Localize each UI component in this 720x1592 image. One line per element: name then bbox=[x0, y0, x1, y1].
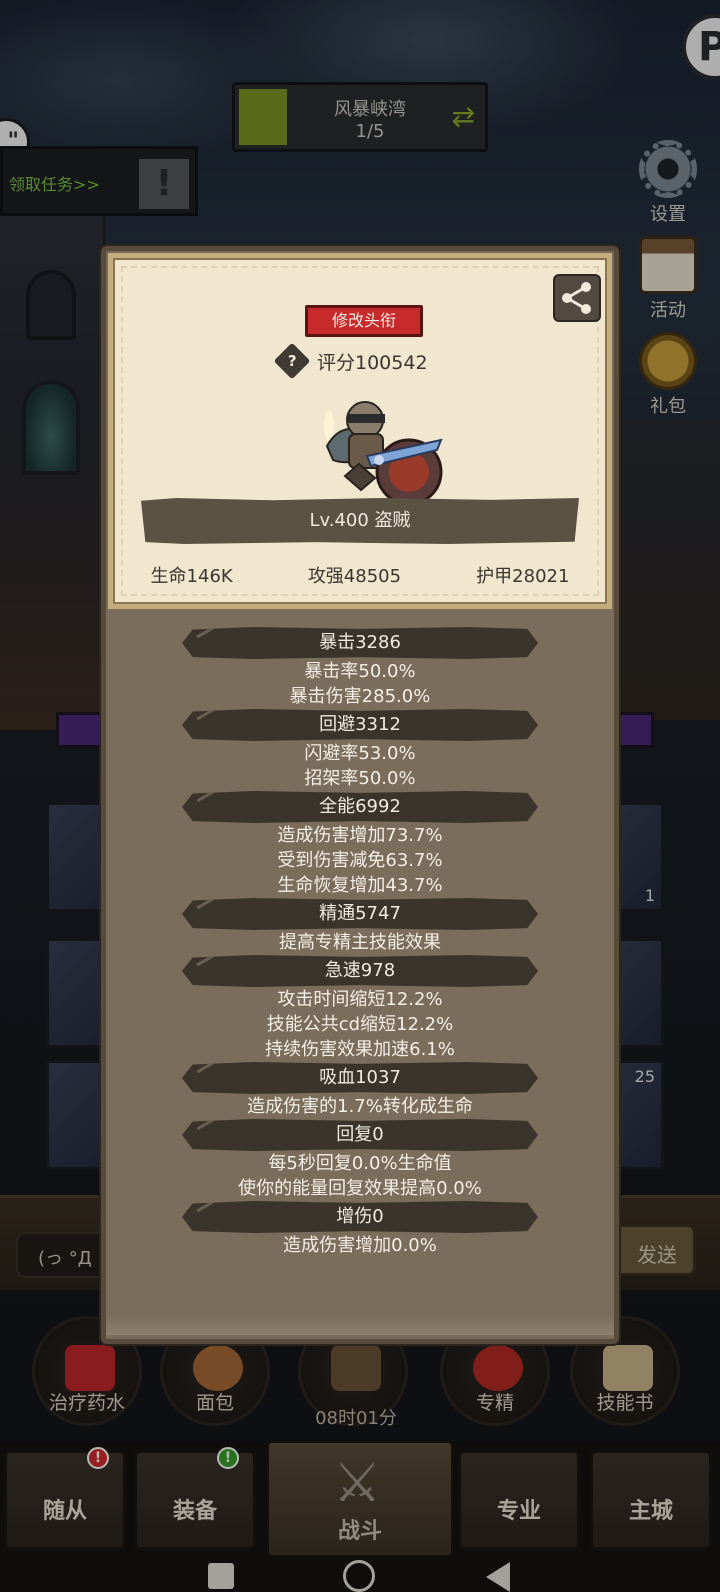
stat-detail: 造成伤害增加0.0% bbox=[283, 1235, 437, 1256]
stat-detail: 造成伤害增加73.7% bbox=[277, 825, 443, 846]
stat-armor: 护甲28021 bbox=[476, 566, 570, 587]
stat-detail: 闪避率53.0% bbox=[304, 743, 416, 764]
stat-header-mastery: 精通5747 bbox=[182, 898, 538, 930]
stat-detail: 攻击时间缩短12.2% bbox=[277, 989, 443, 1010]
stat-header-avoidance: 回避3312 bbox=[182, 709, 538, 741]
share-button[interactable] bbox=[553, 274, 601, 322]
level-class-banner: Lv.400 盗贼 bbox=[141, 498, 579, 544]
character-card: 修改头衔 ? 评分100542 Lv.400 盗贼 生命146K 攻强48505… bbox=[108, 253, 612, 609]
stat-detail: 造成伤害的1.7%转化成生命 bbox=[247, 1096, 473, 1117]
stat-detail: 技能公共cd缩短12.2% bbox=[266, 1014, 454, 1035]
help-icon[interactable]: ? bbox=[273, 342, 311, 380]
stat-header-leech: 吸血1037 bbox=[182, 1062, 538, 1094]
stat-detail: 使你的能量回复效果提高0.0% bbox=[238, 1178, 482, 1199]
rating-score: 评分100542 bbox=[317, 351, 428, 374]
hero-avatar bbox=[324, 401, 443, 506]
stat-detail: 招架率50.0% bbox=[304, 768, 416, 789]
stats-list: 暴击3286 暴击率50.0% 暴击伤害285.0% 回避3312 闪避率53.… bbox=[106, 627, 614, 1258]
stat-detail: 提高专精主技能效果 bbox=[279, 932, 441, 953]
stat-header-crit: 暴击3286 bbox=[182, 627, 538, 659]
stat-header-regen: 回复0 bbox=[182, 1119, 538, 1151]
character-stats-modal: 修改头衔 ? 评分100542 Lv.400 盗贼 生命146K 攻强48505… bbox=[101, 246, 619, 1344]
stat-detail: 暴击伤害285.0% bbox=[289, 686, 431, 707]
stat-detail: 生命恢复增加43.7% bbox=[277, 875, 443, 896]
stat-detail: 受到伤害减免63.7% bbox=[277, 850, 443, 871]
stat-header-damage-bonus: 增伤0 bbox=[182, 1201, 538, 1233]
share-icon bbox=[562, 282, 591, 314]
rating-row: ? 评分100542 bbox=[273, 342, 428, 380]
stat-hp: 生命146K bbox=[150, 566, 233, 587]
modal-bottom-edge bbox=[106, 1315, 614, 1335]
stat-detail: 持续伤害效果加速6.1% bbox=[265, 1039, 455, 1060]
stat-detail: 暴击率50.0% bbox=[304, 661, 416, 682]
stat-header-haste: 急速978 bbox=[182, 955, 538, 987]
edit-title-button[interactable]: 修改头衔 bbox=[305, 305, 423, 337]
stat-attack-power: 攻强48505 bbox=[307, 566, 402, 587]
stat-header-versatility: 全能6992 bbox=[182, 791, 538, 823]
basic-stats-row: 生命146K 攻强48505 护甲28021 bbox=[113, 562, 607, 588]
stat-detail: 每5秒回复0.0%生命值 bbox=[268, 1153, 452, 1174]
